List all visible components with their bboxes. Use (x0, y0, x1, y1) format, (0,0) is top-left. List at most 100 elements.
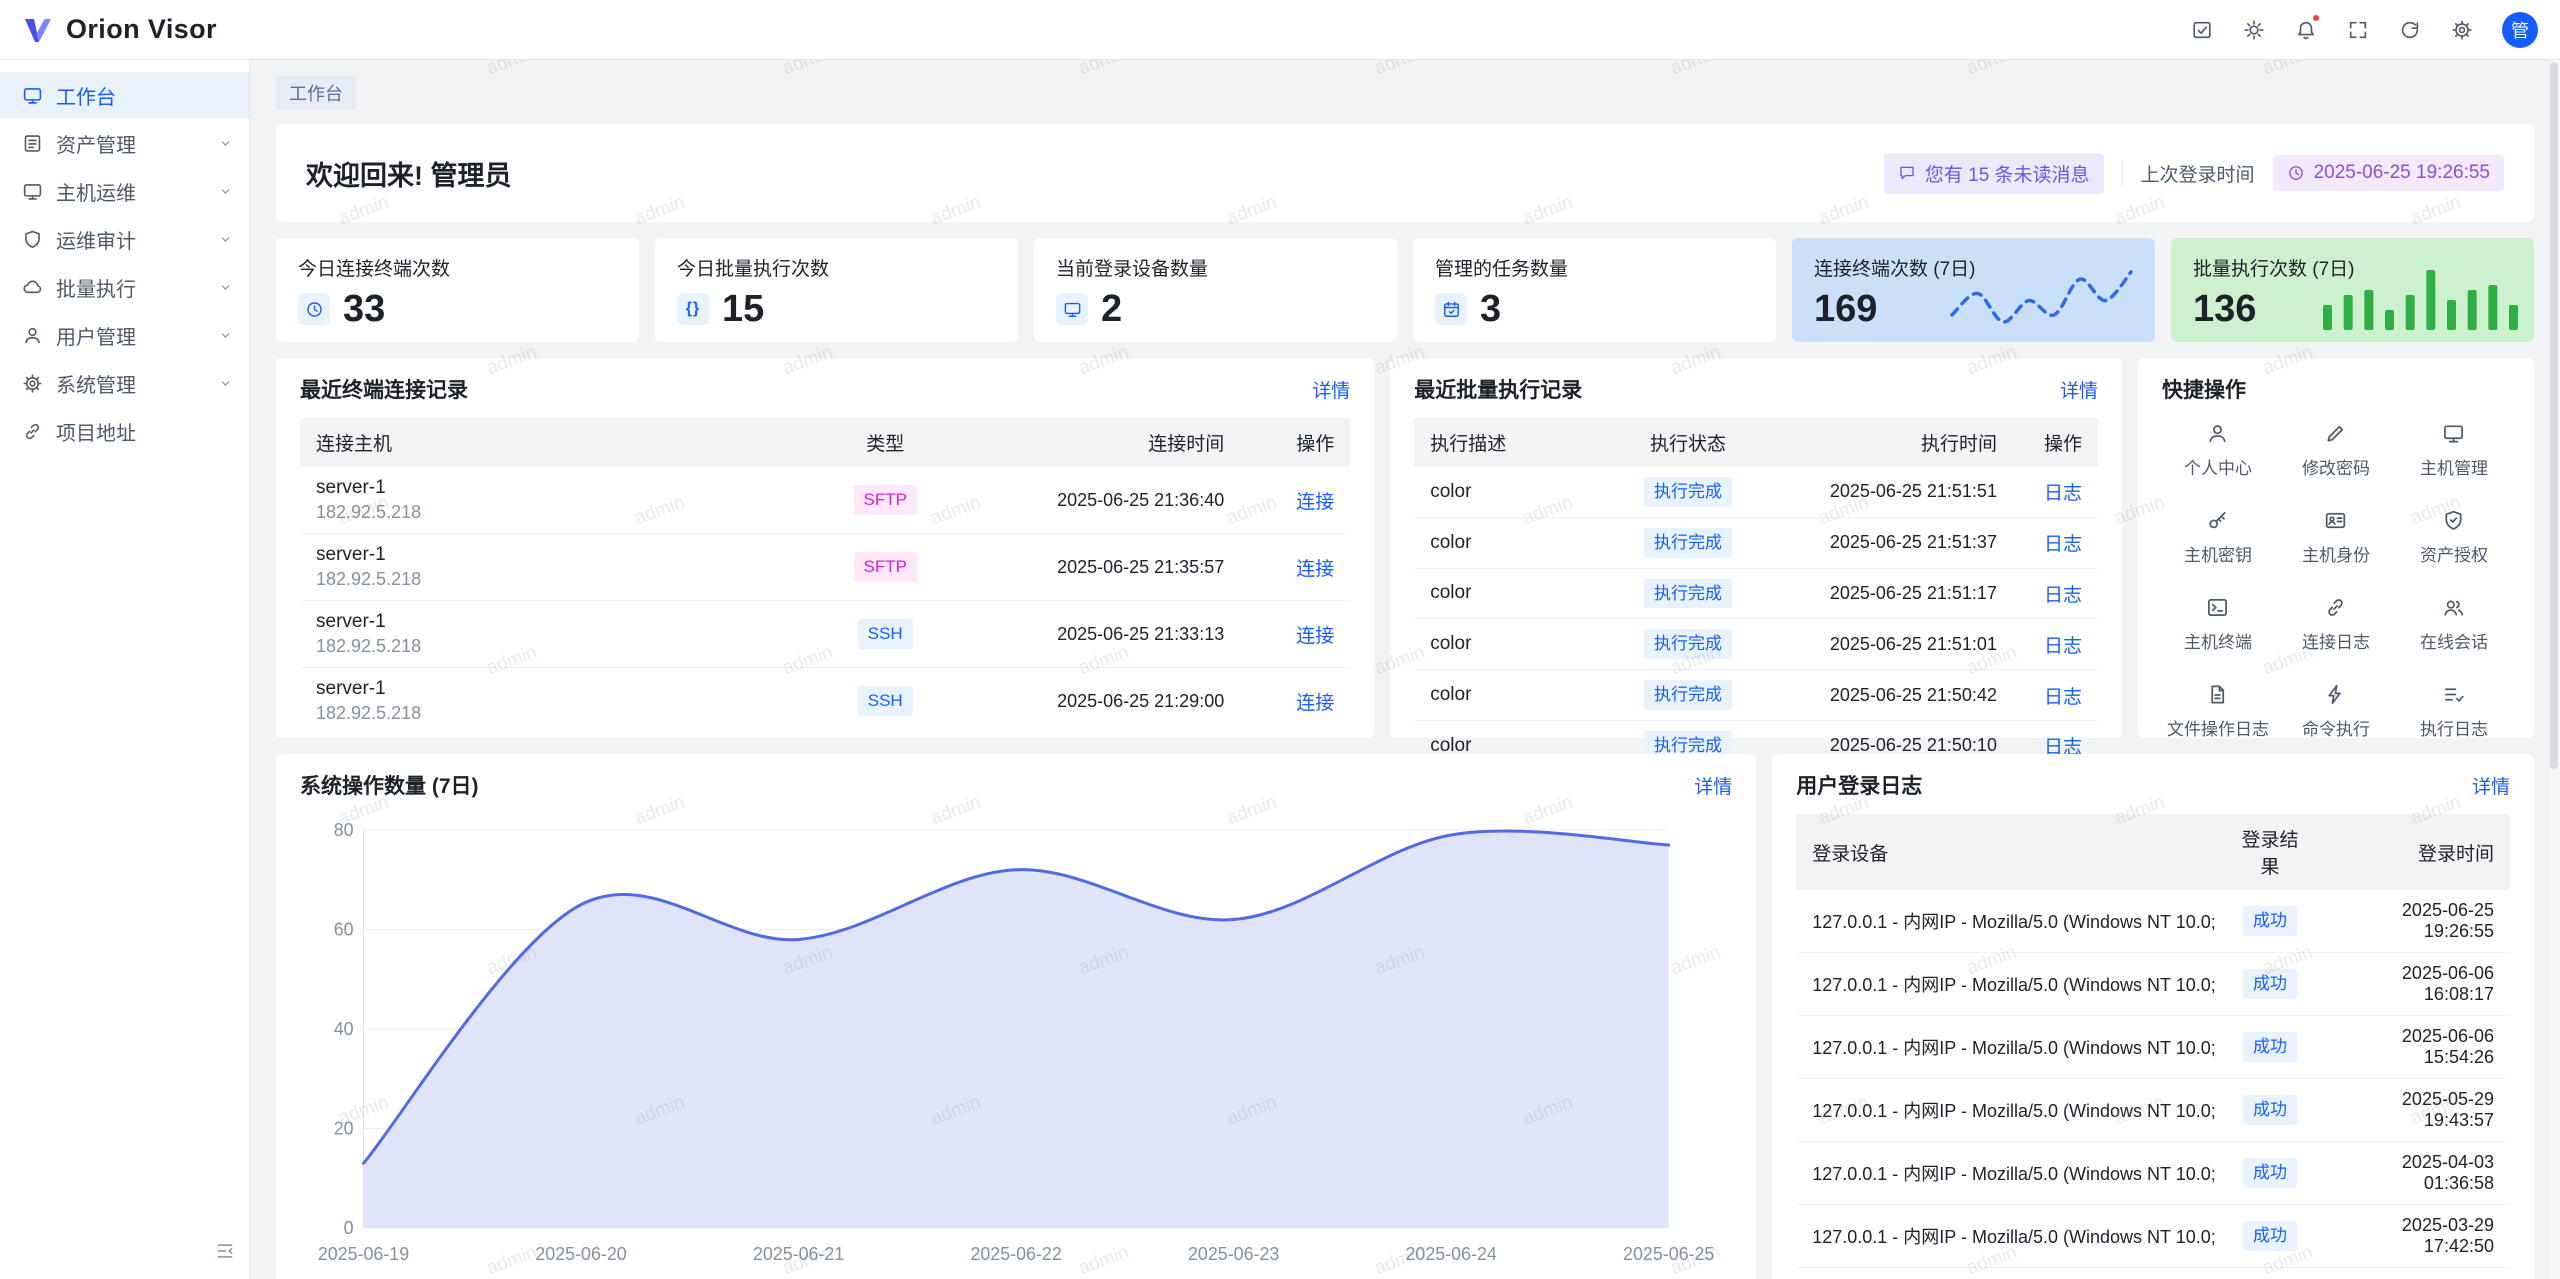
clock-icon (2287, 164, 2305, 182)
chevron-down-icon (218, 136, 233, 151)
fullscreen-button[interactable] (2338, 10, 2378, 50)
workspace-nav-button[interactable] (2182, 10, 2222, 50)
stat-value: 33 (343, 290, 385, 328)
svg-text:60: 60 (334, 919, 354, 939)
chevron-down-icon (218, 184, 233, 199)
notifications-button[interactable] (2286, 10, 2326, 50)
user-icon (22, 325, 43, 346)
terminal-records-detail-link[interactable]: 详情 (1312, 376, 1350, 403)
welcome-title: 欢迎回来! 管理员 (306, 154, 512, 193)
stat-value: 3 (1480, 290, 1501, 328)
sidebar-item-users[interactable]: 用户管理 (0, 312, 249, 358)
sidebar-item-assets[interactable]: 资产管理 (0, 120, 249, 166)
quick-action-online-sessions[interactable]: 在线会话 (2398, 596, 2510, 653)
ops-chart-detail-link[interactable]: 详情 (1694, 772, 1732, 799)
breadcrumb: 工作台 (276, 76, 2534, 110)
stat-value: 136 (2193, 290, 2256, 328)
sidebar-item-batch-exec[interactable]: 批量执行 (0, 264, 249, 310)
svg-text:2025-06-21: 2025-06-21 (753, 1244, 844, 1264)
pen-icon (2324, 422, 2347, 445)
sidebar-item-workbench[interactable]: 工作台 (0, 72, 249, 118)
quick-action-file-op-logs[interactable]: 文件操作日志 (2162, 683, 2274, 740)
quick-action-profile[interactable]: 个人中心 (2162, 422, 2274, 479)
key-icon (2206, 509, 2229, 532)
breadcrumb-item-workbench[interactable]: 工作台 (276, 76, 356, 110)
sidebar-item-project-link[interactable]: 项目地址 (0, 408, 249, 454)
quick-action-host-identity[interactable]: 主机身份 (2280, 509, 2392, 566)
connect-link[interactable]: 连接 (1296, 693, 1334, 714)
scrollbar-thumb[interactable] (2550, 62, 2558, 769)
monitor-icon (2442, 422, 2465, 445)
users-icon (2442, 596, 2465, 619)
welcome-card: 欢迎回来! 管理员 您有 15 条未读消息 上次登录时间 2025-06-25 … (276, 124, 2534, 222)
batch-records-panel: 最近批量执行记录 详情 执行描述 执行状态 执行时间 操作 color 执行完成… (1390, 358, 2122, 738)
result-badge: 成功 (2243, 969, 2297, 999)
quick-action-asset-grant[interactable]: 资产授权 (2398, 509, 2510, 566)
user-avatar[interactable]: 管 (2502, 12, 2538, 48)
svg-text:2025-06-24: 2025-06-24 (1406, 1244, 1497, 1264)
refresh-button[interactable] (2390, 10, 2430, 50)
cloud-icon (22, 277, 43, 298)
user-icon (2206, 422, 2229, 445)
notification-dot (2311, 13, 2321, 23)
connect-link[interactable]: 连接 (1296, 626, 1334, 647)
status-badge: 执行完成 (1644, 680, 1732, 710)
table-header: 登录设备 登录结果 登录时间 (1796, 814, 2510, 890)
table-header: 执行描述 执行状态 执行时间 操作 (1414, 418, 2098, 467)
status-badge: 执行完成 (1644, 477, 1732, 507)
sidebar-item-system[interactable]: 系统管理 (0, 360, 249, 406)
log-link[interactable]: 日志 (2044, 483, 2082, 504)
login-logs-detail-link[interactable]: 详情 (2472, 772, 2510, 799)
chat-icon (1898, 164, 1916, 182)
theme-toggle-button[interactable] (2234, 10, 2274, 50)
idcard-icon (2324, 509, 2347, 532)
sidebar-collapse-button[interactable] (215, 1241, 235, 1267)
quick-action-change-password[interactable]: 修改密码 (2280, 422, 2392, 479)
connect-link[interactable]: 连接 (1296, 559, 1334, 580)
last-login-time-badge: 2025-06-25 19:26:55 (2273, 155, 2504, 191)
svg-text:2025-06-22: 2025-06-22 (970, 1244, 1061, 1264)
quick-action-exec-logs[interactable]: 执行日志 (2398, 683, 2510, 740)
log-link[interactable]: 日志 (2044, 534, 2082, 555)
log-link[interactable]: 日志 (2044, 585, 2082, 606)
sidebar-item-host-ops[interactable]: 主机运维 (0, 168, 249, 214)
asset-list-icon (22, 133, 43, 154)
svg-text:80: 80 (334, 820, 354, 840)
panel-title: 用户登录日志 (1796, 770, 1922, 800)
table-header: 连接主机 类型 连接时间 操作 (300, 418, 1350, 467)
log-link[interactable]: 日志 (2044, 636, 2082, 657)
svg-text:2025-06-23: 2025-06-23 (1188, 1244, 1279, 1264)
table-row: 127.0.0.1 - 内网IP - Mozilla/5.0 (Windows … (1796, 1016, 2510, 1079)
stat-value: 169 (1814, 290, 1877, 328)
quick-action-connect-logs[interactable]: 连接日志 (2280, 596, 2392, 653)
log-link[interactable]: 日志 (2044, 687, 2082, 708)
link-icon (2324, 596, 2347, 619)
unread-messages-badge[interactable]: 您有 15 条未读消息 (1884, 153, 2104, 194)
link-icon (22, 421, 43, 442)
table-row: color 执行完成 2025-06-25 21:51:01 日志 (1414, 619, 2098, 670)
quick-action-host-manage[interactable]: 主机管理 (2398, 422, 2510, 479)
svg-text:2025-06-20: 2025-06-20 (535, 1244, 626, 1264)
table-row: 127.0.0.1 - 内网IP - Mozilla/5.0 (Windows … (1796, 1079, 2510, 1142)
app-title: Orion Visor (66, 14, 217, 45)
protocol-badge: SSH (858, 619, 913, 649)
sidebar-item-audit[interactable]: 运维审计 (0, 216, 249, 262)
gear-icon (22, 373, 43, 394)
stat-value: 2 (1101, 290, 1122, 328)
panel-title: 最近终端连接记录 (300, 374, 468, 404)
quick-action-command-exec[interactable]: 命令执行 (2280, 683, 2392, 740)
settings-button[interactable] (2442, 10, 2482, 50)
quick-action-host-keys[interactable]: 主机密钥 (2162, 509, 2274, 566)
terminal-icon (2206, 596, 2229, 619)
table-row: 127.0.0.1 - 内网IP - Mozilla/5.0 (Windows … (1796, 953, 2510, 1016)
batch-records-detail-link[interactable]: 详情 (2060, 376, 2098, 403)
quick-actions-panel: 快捷操作 个人中心 修改密码 主机管理 主机密钥 主机身份 资产授权 主机终端 … (2138, 358, 2534, 738)
table-row: color 执行完成 2025-06-25 21:50:42 日志 (1414, 670, 2098, 721)
result-badge: 成功 (2243, 1032, 2297, 1062)
connect-link[interactable]: 连接 (1296, 492, 1334, 513)
shield-icon (22, 229, 43, 250)
sidebar: 工作台 资产管理 主机运维 运维审计 批量执行 用户管理 (0, 60, 250, 1279)
panel-title: 快捷操作 (2162, 374, 2246, 404)
quick-action-host-terminal[interactable]: 主机终端 (2162, 596, 2274, 653)
status-badge: 执行完成 (1644, 579, 1732, 609)
